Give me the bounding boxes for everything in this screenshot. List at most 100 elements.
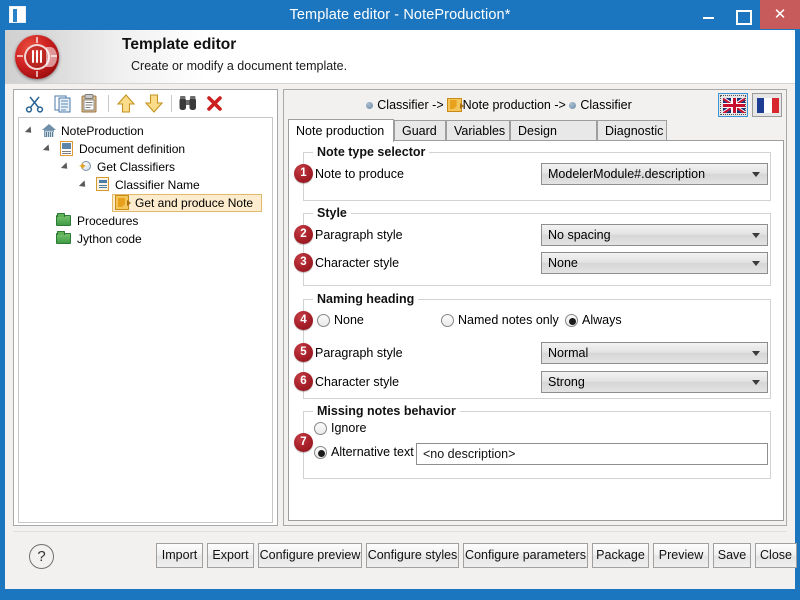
combo-value: ModelerModule#.description [548,167,706,181]
copy-icon[interactable] [52,93,74,114]
move-up-icon[interactable] [115,93,137,114]
find-icon[interactable] [177,93,199,114]
france-flag-icon [757,98,779,113]
chevron-down-icon [752,351,760,356]
move-down-icon[interactable] [143,93,165,114]
breadcrumb-part-1[interactable]: Classifier [377,98,428,112]
label-missing-ignore: Ignore [331,421,367,435]
folder-icon [56,213,72,229]
expand-arrow-icon[interactable] [24,126,35,136]
tab-panel-note-production: Note type selector 1 Note to produce Mod… [288,140,784,521]
tab-note-production[interactable]: Note production [288,119,394,142]
app-logo [13,33,61,81]
project-tree[interactable]: NoteProduction Document definition ✦ Get… [18,117,273,523]
combo-style-paragraph[interactable]: No spacing [541,224,768,246]
tree-node-label: NoteProduction [61,124,144,138]
header-banner: Template editor Create or modify a docum… [5,30,795,83]
tree-node-label: Jython code [77,232,142,246]
close-icon: ✕ [773,6,787,23]
breadcrumb-part-2[interactable]: Note production [463,98,551,112]
close-dialog-button[interactable]: Close [755,543,797,568]
tab-variables[interactable]: Variables [446,120,510,141]
import-button[interactable]: Import [156,543,203,568]
label-style-paragraph: Paragraph style [315,228,403,242]
tree-node-label: Procedures [77,214,139,228]
close-button[interactable]: ✕ [760,0,800,29]
combo-value: None [548,256,578,270]
label-note-to-produce: Note to produce [315,167,404,181]
paste-icon[interactable] [79,93,101,114]
radio-missing-ignore[interactable] [314,422,327,435]
preview-button[interactable]: Preview [653,543,709,568]
export-button[interactable]: Export [207,543,254,568]
combo-value: Normal [548,346,589,360]
label-naming-none: None [334,313,364,327]
tree-node-label: Get Classifiers [97,160,176,174]
label-style-character: Character style [315,256,400,270]
label-naming-named-notes-only: Named notes only [458,313,559,327]
radio-naming-always[interactable] [565,314,578,327]
breadcrumb-separator-1: -> [432,98,444,112]
house-icon [41,123,57,139]
tree-toolbar [14,90,277,117]
help-button[interactable]: ? [29,544,54,569]
combo-note-to-produce[interactable]: ModelerModule#.description [541,163,768,185]
step-badge-2: 2 [294,225,313,244]
language-button-english[interactable] [718,93,748,117]
tab-guard[interactable]: Guard [394,120,446,141]
combo-naming-paragraph[interactable]: Normal [541,342,768,364]
package-button[interactable]: Package [592,543,649,568]
configure-styles-button[interactable]: Configure styles [366,543,459,568]
label-naming-always: Always [582,313,622,327]
cut-icon[interactable] [24,93,46,114]
breadcrumb-part-3[interactable]: Classifier [580,98,631,112]
classifier-icon [95,177,111,193]
radio-naming-none[interactable] [317,314,330,327]
configure-preview-button[interactable]: Configure preview [258,543,362,568]
input-value: <no description> [423,447,516,461]
tree-node-label: Document definition [79,142,186,156]
minimize-button[interactable] [692,0,724,29]
window-body: NoteProduction Document definition ✦ Get… [5,83,797,589]
combo-naming-character[interactable]: Strong [541,371,768,393]
step-badge-5: 5 [294,343,313,362]
tree-node-label: Classifier Name [115,178,200,192]
input-alternative-text[interactable]: <no description> [416,443,768,465]
bullet-icon [366,101,374,109]
radio-missing-alternative-text[interactable] [314,446,327,459]
maximize-button[interactable] [726,0,758,29]
chevron-down-icon [752,380,760,385]
expand-arrow-icon[interactable] [78,180,89,190]
note-icon [114,195,131,211]
group-title: Note type selector [313,145,430,159]
group-title: Style [313,206,351,220]
label-naming-paragraph: Paragraph style [315,346,403,360]
step-badge-4: 4 [294,311,313,330]
step-badge-6: 6 [294,372,313,391]
expand-arrow-icon[interactable] [42,144,53,154]
radio-naming-named-notes-only[interactable] [441,314,454,327]
uk-flag-icon [723,98,745,113]
breadcrumb-separator-2: -> [554,98,566,112]
expand-arrow-icon[interactable] [60,162,71,172]
combo-value: Strong [548,375,585,389]
page-subtitle: Create or modify a document template. [131,59,348,73]
save-button[interactable]: Save [713,543,751,568]
combo-value: No spacing [548,228,611,242]
title-bar: Template editor - NoteProduction* ✕ [0,0,800,30]
combo-style-character[interactable]: None [541,252,768,274]
delete-icon[interactable] [204,93,226,114]
page-title: Template editor [122,36,237,53]
tab-diagnostic[interactable]: Diagnostic [597,120,667,141]
configure-parameters-button[interactable]: Configure parameters [463,543,588,568]
tab-design-notes[interactable]: Design notes [510,120,597,158]
breadcrumb: Classifier -> Note production -> Classifi… [284,94,714,116]
label-missing-alternative-text: Alternative text [331,445,414,459]
tree-node-label: Get and produce Note [135,196,254,210]
language-button-french[interactable] [752,93,782,117]
document-icon [59,141,75,157]
chevron-down-icon [752,172,760,177]
tab-bar: Note production Guard Variables Design n… [288,119,784,158]
chevron-down-icon [752,233,760,238]
query-icon: ✦ [77,159,93,175]
